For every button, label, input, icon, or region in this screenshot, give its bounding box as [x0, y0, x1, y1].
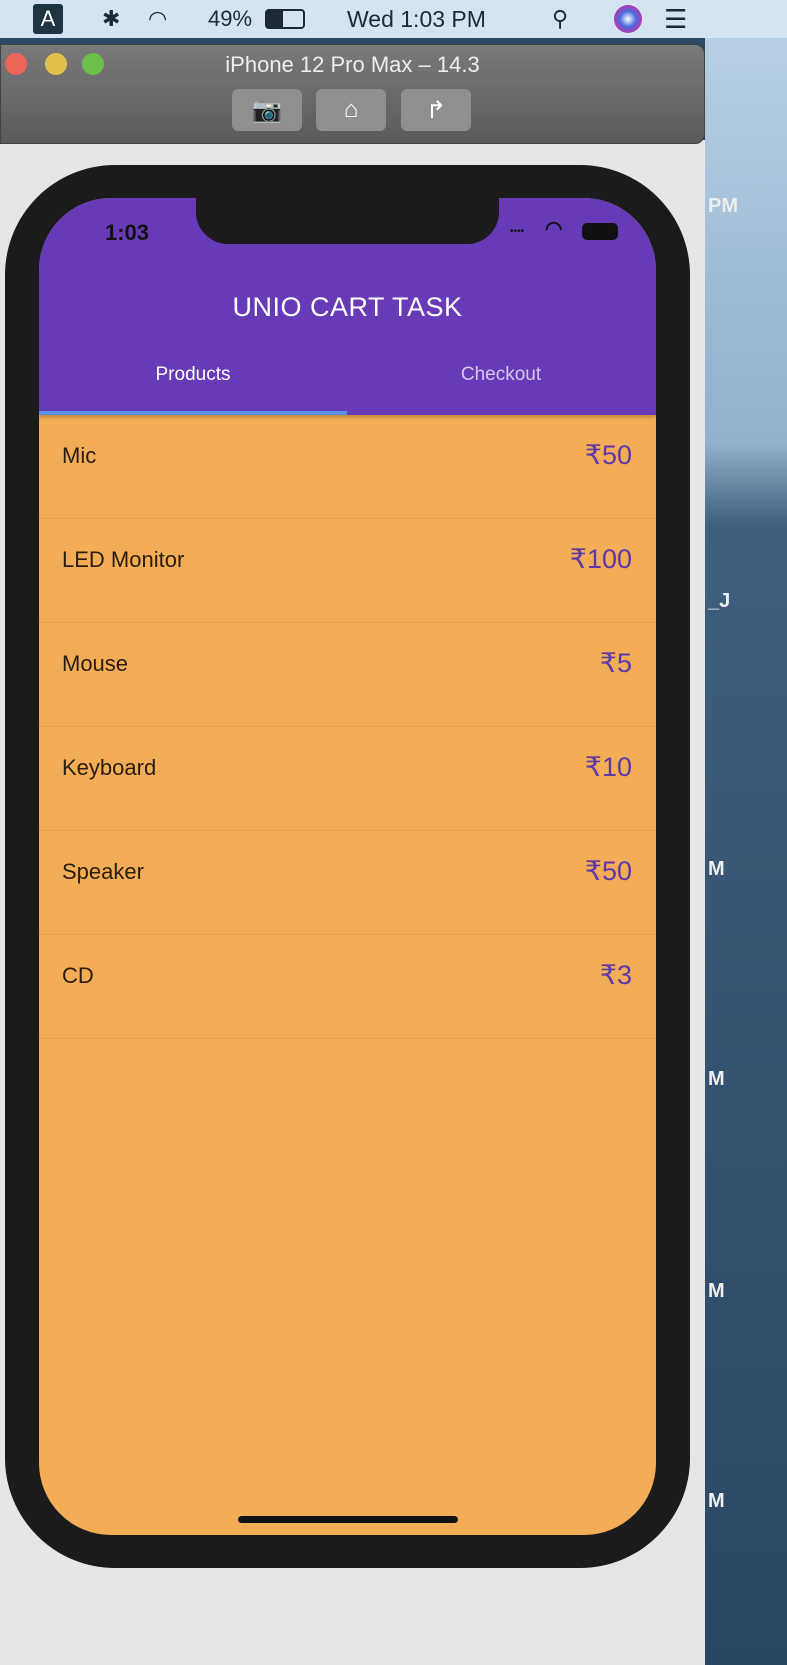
desktop-fragment: M — [708, 1490, 725, 1512]
signal-icon: •••• — [510, 226, 525, 237]
desktop-fragment: M — [708, 1068, 725, 1090]
product-price: ₹10 — [584, 752, 632, 782]
list-icon[interactable]: ☰ — [664, 0, 687, 38]
tab-products[interactable]: Products — [39, 364, 347, 386]
product-row[interactable]: LED Monitor ₹100 — [39, 519, 656, 623]
product-name: Speaker — [62, 858, 144, 884]
product-name: LED Monitor — [62, 546, 185, 572]
app-title: UNIO CART TASK — [232, 292, 463, 322]
battery-icon — [582, 223, 618, 240]
home-indicator[interactable] — [238, 1516, 458, 1523]
home-icon: ⌂ — [343, 96, 359, 123]
product-name: Mouse — [62, 650, 129, 676]
product-name: Keyboard — [62, 754, 157, 780]
desktop-fragment: _J — [708, 590, 731, 612]
desktop-background — [705, 38, 787, 1665]
tab-checkout[interactable]: Checkout — [347, 364, 655, 386]
screenshot-icon: 📷 — [252, 96, 282, 124]
product-price: ₹50 — [584, 856, 632, 886]
siri-icon[interactable] — [614, 0, 642, 38]
screenshot-button[interactable]: 📷 — [232, 89, 302, 131]
clock[interactable]: Wed 1:03 PM — [347, 0, 486, 38]
product-row[interactable]: CD ₹3 — [39, 935, 656, 1039]
input-source-icon[interactable]: A — [33, 0, 63, 38]
desktop-fragment: PM — [708, 195, 738, 217]
bluetooth-icon[interactable]: ✱ — [102, 0, 120, 38]
product-price: ₹3 — [599, 960, 632, 990]
wifi-icon[interactable]: ◠ — [148, 0, 167, 38]
phone-screen: 1:03 •••• ◠ UNIO CART TASK Products Chec… — [39, 198, 656, 1535]
product-price: ₹50 — [584, 440, 632, 470]
desktop-fragment: M — [708, 858, 725, 880]
desktop-fragment: M — [708, 1280, 725, 1302]
product-row[interactable]: Speaker ₹50 — [39, 831, 656, 935]
product-row[interactable]: Mic ₹50 — [39, 415, 656, 519]
home-button[interactable]: ⌂ — [316, 89, 386, 131]
phone-bezel: 1:03 •••• ◠ UNIO CART TASK Products Chec… — [5, 165, 690, 1568]
product-price: ₹5 — [599, 648, 632, 678]
battery-percent: 49% — [208, 6, 253, 31]
rotate-button[interactable]: ↱ — [401, 89, 471, 131]
simulator-title: iPhone 12 Pro Max – 14.3 — [225, 52, 480, 77]
rotate-icon: ↱ — [425, 96, 447, 124]
menu-bar: A ✱ ◠ 49% Wed 1:03 PM ⚲ ☰ — [0, 0, 787, 38]
wifi-icon: ◠ — [545, 218, 563, 240]
product-name: Mic — [62, 442, 97, 468]
product-name: CD — [62, 962, 94, 988]
battery-icon[interactable] — [265, 0, 305, 38]
status-time: 1:03 — [105, 220, 150, 245]
search-icon[interactable]: ⚲ — [552, 0, 568, 38]
product-row[interactable]: Keyboard ₹10 — [39, 727, 656, 831]
product-row[interactable]: Mouse ₹5 — [39, 623, 656, 727]
notch — [196, 198, 499, 244]
product-price: ₹100 — [569, 544, 632, 574]
